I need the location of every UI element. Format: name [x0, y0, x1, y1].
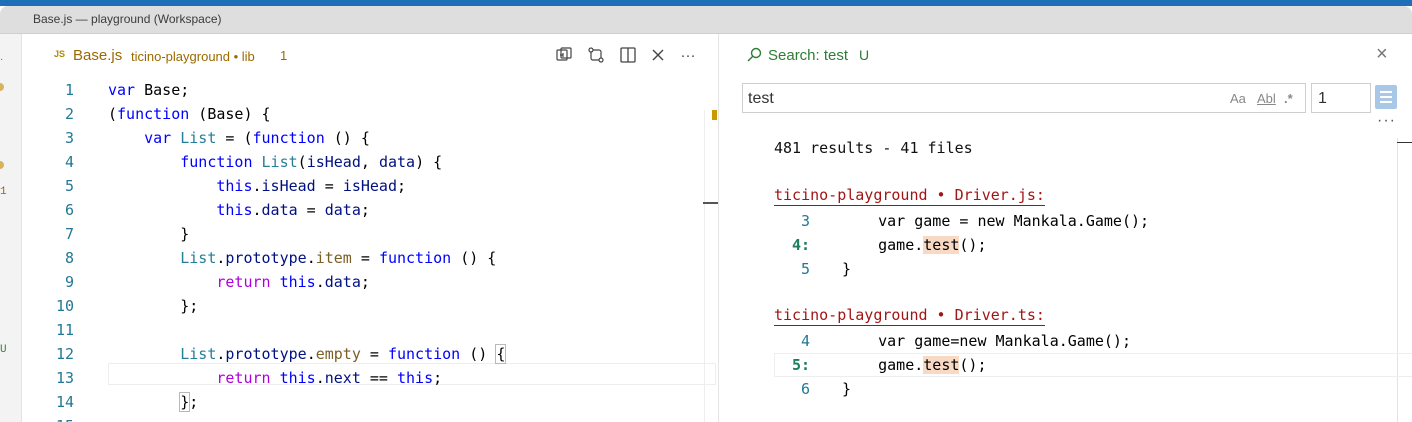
overview-ruler-cursor	[703, 202, 718, 204]
result-match-highlight: test	[923, 356, 960, 374]
title-bar: Base.js — playground (Workspace)	[0, 6, 1412, 34]
js-file-icon: JS	[54, 49, 66, 59]
result-line-number: 3	[800, 212, 810, 230]
result-line-text: }	[842, 260, 852, 278]
editor-group: JS Base.js ticino-playground • lib 1 ···…	[22, 34, 718, 422]
activity-badge-count: 1	[0, 186, 7, 198]
result-line-number: 5:	[791, 356, 810, 374]
code-line[interactable]: List.prototype.empty = function () {	[108, 342, 507, 366]
line-number: 8	[64, 249, 74, 267]
line-number: 2	[64, 105, 74, 123]
modified-dot-icon	[0, 83, 4, 91]
code-line[interactable]: this.isHead = isHead;	[108, 174, 406, 198]
more-icon[interactable]: ···	[678, 46, 698, 66]
code-line[interactable]: (function (Base) {	[108, 102, 271, 126]
activity-strip: · 1 U	[0, 34, 22, 422]
search-input-box: Aa Abl .*	[742, 83, 1306, 113]
compare-icon[interactable]	[554, 46, 574, 66]
line-number: 11	[55, 321, 74, 339]
activity-badge-untracked: U	[0, 344, 7, 356]
context-lines-box	[1311, 83, 1371, 113]
result-line-text: var game=new Mankala.Game();	[842, 332, 1131, 350]
search-editor: Search: test U × Aa Abl .* ··· 481 resul…	[718, 34, 1412, 422]
match-case-toggle[interactable]: Aa	[1230, 91, 1246, 106]
line-number: 10	[55, 297, 74, 315]
window-title: Base.js — playground (Workspace)	[33, 12, 222, 26]
search-icon	[747, 47, 762, 62]
activity-tick-icon: ·	[0, 54, 4, 65]
result-line-text-after: ();	[959, 356, 987, 374]
result-line-number: 4:	[791, 236, 810, 254]
more-icon[interactable]: ···	[1377, 112, 1396, 130]
code-line[interactable]: var List = (function () {	[108, 126, 370, 150]
result-file-header[interactable]: ticino-playground • Driver.ts:	[774, 305, 1045, 326]
line-number: 7	[64, 225, 74, 243]
overview-ruler-marker	[712, 110, 717, 120]
result-match-highlight: test	[923, 236, 960, 254]
result-line-text-after: ();	[959, 236, 987, 254]
context-lines-input[interactable]	[1318, 89, 1366, 109]
result-line-number: 6	[800, 380, 810, 398]
result-line[interactable]: 3 var game = new Mankala.Game();	[774, 209, 1412, 233]
tab-filename: Base.js	[73, 47, 123, 64]
line-number: 6	[64, 201, 74, 219]
line-number: 9	[64, 273, 74, 291]
modified-dot-icon	[0, 161, 4, 169]
result-line[interactable]: 5: game.test();	[774, 353, 1412, 377]
line-number: 12	[55, 345, 74, 363]
results-scrollbar-thumb[interactable]	[1397, 142, 1412, 143]
line-number: 3	[64, 129, 74, 147]
result-line[interactable]: 4 var game=new Mankala.Game();	[774, 329, 1412, 353]
code-line[interactable]: return this.data;	[108, 270, 370, 294]
code-line[interactable]: this.data = data;	[108, 198, 370, 222]
code-line[interactable]: };	[108, 390, 198, 414]
line-number: 15	[34, 414, 74, 422]
result-line-number: 5	[800, 260, 810, 278]
search-input[interactable]	[748, 89, 1208, 109]
editor-tab-bar: JS Base.js ticino-playground • lib 1 ···	[22, 34, 718, 78]
result-line-text: game.	[842, 236, 924, 254]
line-number: 14	[55, 393, 74, 411]
tab-description: ticino-playground • lib	[131, 49, 255, 64]
result-line[interactable]: 6}	[774, 377, 1412, 401]
result-line[interactable]: 5}	[774, 257, 1412, 281]
result-file-header[interactable]: ticino-playground • Driver.js:	[774, 185, 1045, 206]
editor-ruler-line	[704, 110, 705, 422]
split-editor-icon[interactable]	[618, 46, 638, 66]
code-line[interactable]: return this.next == this;	[108, 366, 442, 390]
results-summary: 481 results - 41 files	[774, 139, 973, 157]
result-line-number: 4	[800, 332, 810, 350]
code-line[interactable]: };	[108, 294, 198, 318]
line-number: 1	[64, 81, 74, 99]
close-icon[interactable]: ×	[1376, 44, 1388, 64]
line-number: 5	[64, 177, 74, 195]
result-line-text: var game = new Mankala.Game();	[842, 212, 1150, 230]
line-number: 13	[55, 369, 74, 387]
code-line[interactable]: }	[108, 222, 189, 246]
code-line[interactable]: List.prototype.item = function () {	[108, 246, 496, 270]
git-compare-icon[interactable]	[586, 46, 606, 66]
whole-word-toggle[interactable]: Abl	[1257, 91, 1276, 106]
code-line[interactable]: function List(isHead, data) {	[108, 150, 442, 174]
tab-problem-count: 1	[280, 48, 288, 63]
search-tab-title[interactable]: Search: test	[768, 47, 848, 64]
line-number: 4	[64, 153, 74, 171]
result-line-text: game.	[842, 356, 924, 374]
context-lines-toggle-icon[interactable]	[1375, 85, 1397, 109]
code-line[interactable]: var Base;	[108, 78, 189, 102]
result-line-text: }	[842, 380, 852, 398]
search-tab-status: U	[859, 47, 870, 63]
result-line[interactable]: 4: game.test();	[774, 233, 1412, 257]
regex-toggle[interactable]: .*	[1284, 91, 1293, 106]
close-icon[interactable]	[648, 46, 668, 66]
